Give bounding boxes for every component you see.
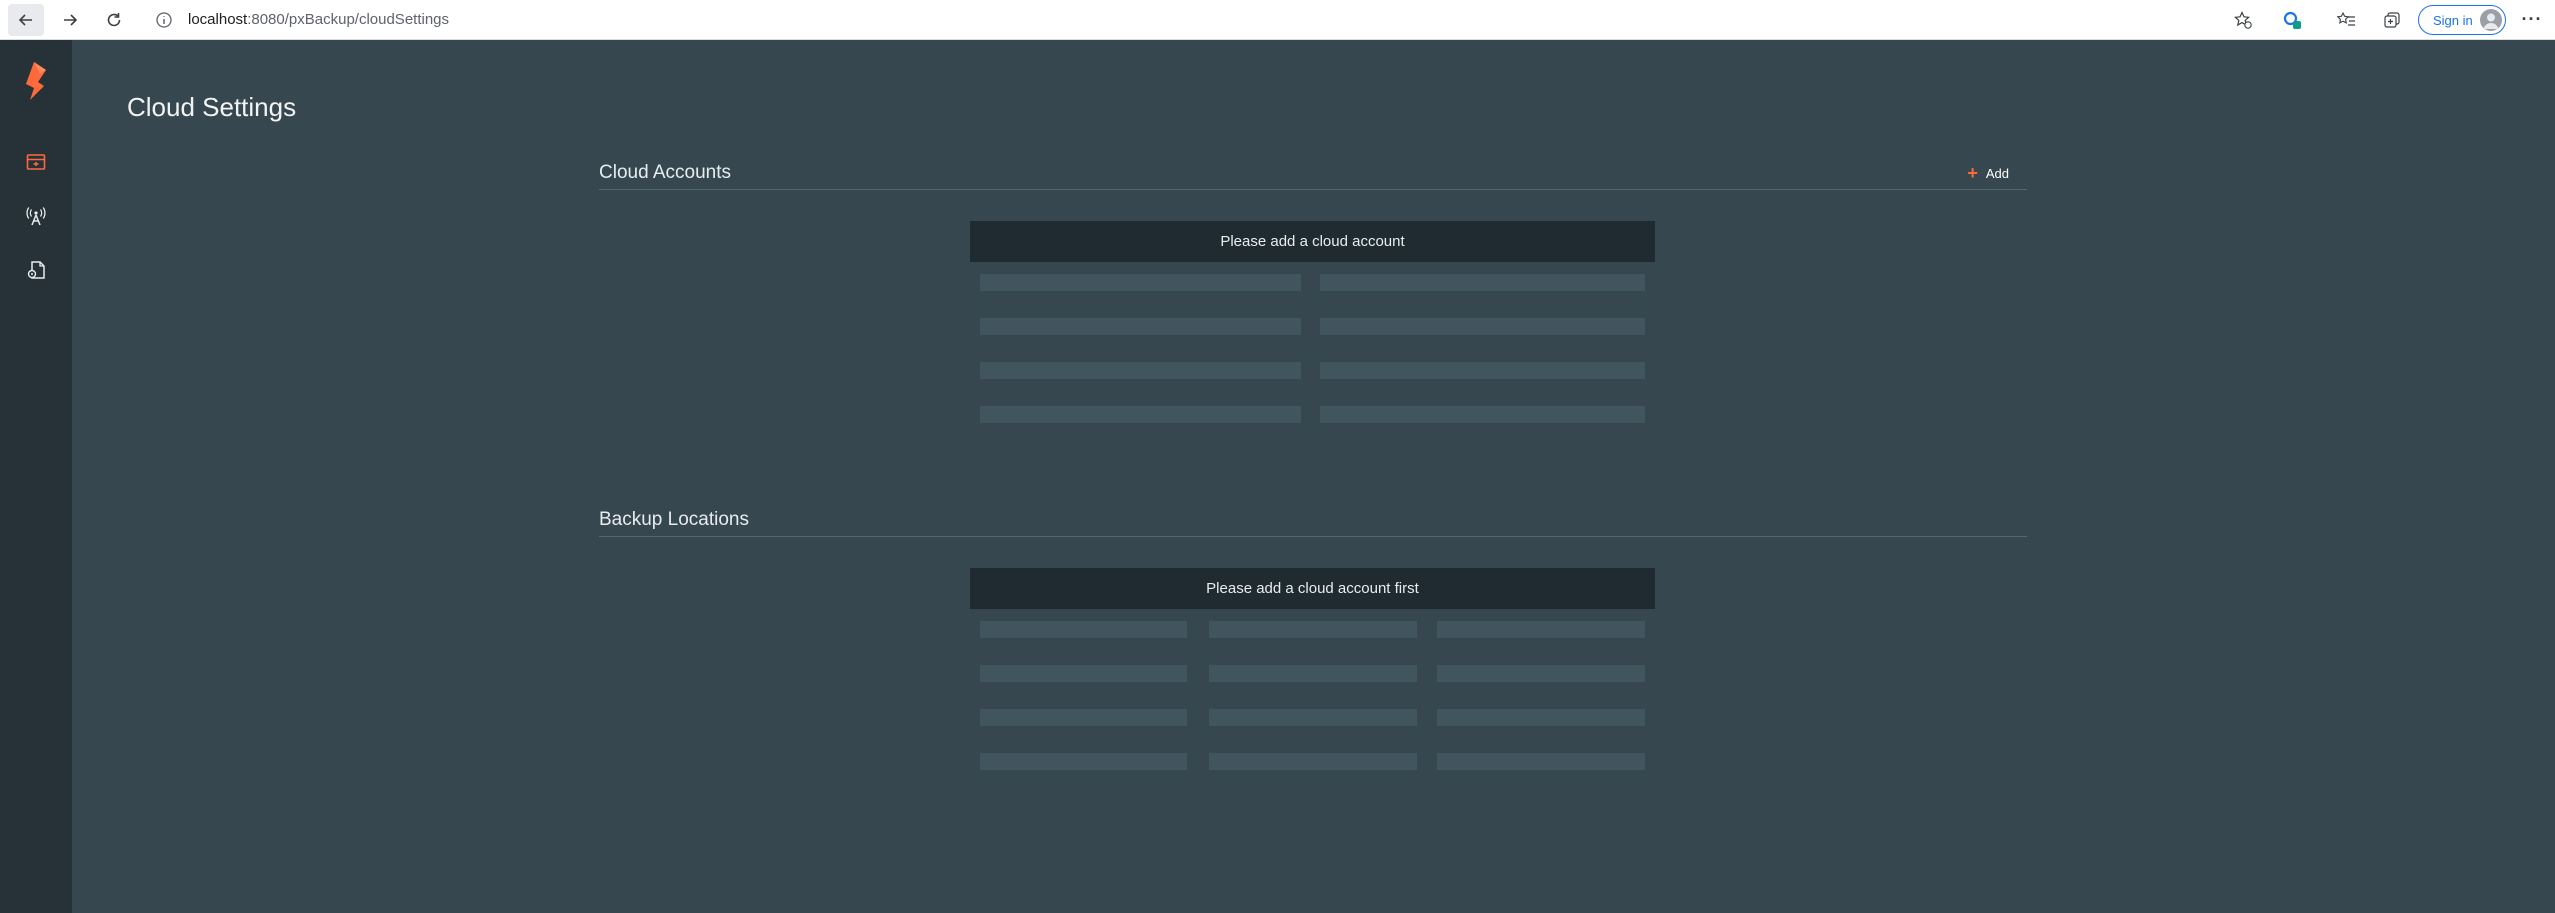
cloud-accounts-header: Cloud Accounts + Add	[599, 154, 2027, 190]
extension-button[interactable]	[2280, 8, 2304, 32]
back-button[interactable]	[8, 4, 44, 36]
plus-icon: +	[1967, 163, 1978, 183]
backup-locations-header: Backup Locations	[599, 501, 2027, 537]
document-settings-icon	[27, 261, 45, 279]
placeholder-row	[970, 621, 1655, 638]
favorite-add-button[interactable]	[2231, 8, 2255, 32]
sign-in-label: Sign in	[2433, 12, 2473, 28]
sign-in-button[interactable]: Sign in	[2418, 5, 2506, 35]
placeholder-row	[970, 362, 1655, 379]
placeholder-row	[970, 753, 1655, 770]
placeholder-row	[970, 709, 1655, 726]
url-host: localhost	[188, 11, 248, 28]
site-info-icon[interactable]	[154, 10, 174, 30]
address-bar[interactable]: localhost:8080/pxBackup/cloudSettings	[188, 11, 449, 28]
forward-button[interactable]	[52, 4, 88, 36]
empty-message: Please add a cloud account first	[970, 568, 1655, 609]
collections-icon	[2384, 12, 2400, 28]
arrow-right-icon	[64, 14, 78, 26]
placeholder-row	[970, 665, 1655, 682]
extension-icon	[2283, 11, 2301, 29]
antenna-icon	[26, 207, 46, 226]
collections-button[interactable]	[2380, 8, 2404, 32]
add-label: Add	[1985, 166, 2009, 181]
cloud-accounts-empty-state: Please add a cloud account	[970, 221, 1655, 423]
backup-locations-empty-state: Please add a cloud account first	[970, 568, 1655, 770]
cloud-accounts-section: Cloud Accounts + Add Please add a cloud …	[599, 154, 2027, 444]
star-add-icon	[2234, 11, 2252, 29]
add-cloud-account-button[interactable]: + Add	[1967, 163, 2009, 183]
backup-locations-section: Backup Locations Please add a cloud acco…	[599, 501, 2027, 791]
arrow-left-icon	[18, 14, 32, 26]
placeholder-row	[970, 318, 1655, 335]
rail-item-network[interactable]	[22, 202, 50, 230]
favorites-icon	[2336, 11, 2355, 26]
url-path: :8080/pxBackup/cloudSettings	[247, 11, 450, 28]
placeholder-row	[970, 274, 1655, 291]
profile-avatar-icon	[2480, 9, 2502, 31]
reload-icon	[107, 13, 121, 27]
rail-item-documents[interactable]	[22, 256, 50, 284]
cloud-accounts-title: Cloud Accounts	[599, 162, 732, 183]
cloud-settings-icon	[26, 154, 46, 170]
settings-more-button[interactable]: ···	[2520, 8, 2544, 32]
placeholder-row	[970, 406, 1655, 423]
portworx-logo-icon[interactable]	[22, 60, 50, 104]
backup-locations-title: Backup Locations	[599, 509, 749, 530]
reload-button[interactable]	[96, 4, 132, 36]
favorites-button[interactable]	[2334, 8, 2358, 32]
page-title: Cloud Settings	[127, 92, 297, 122]
rail-item-cloud-settings[interactable]	[22, 148, 50, 176]
empty-message: Please add a cloud account	[970, 221, 1655, 262]
browser-toolbar: localhost:8080/pxBackup/cloudSettings Si…	[0, 0, 2555, 40]
side-navigation	[0, 40, 72, 913]
